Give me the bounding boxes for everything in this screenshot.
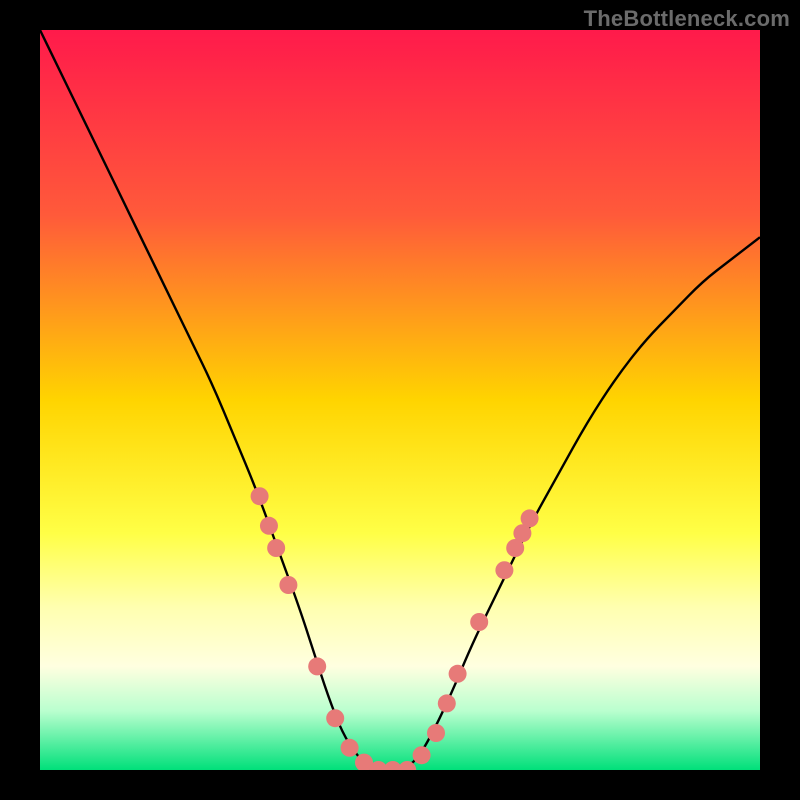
highlight-dot [341, 739, 359, 757]
highlight-dot [308, 657, 326, 675]
highlight-dot [251, 487, 269, 505]
chart-frame: TheBottleneck.com [0, 0, 800, 800]
watermark-text: TheBottleneck.com [584, 6, 790, 32]
highlight-dot [449, 665, 467, 683]
plot-area [40, 30, 760, 770]
highlight-dot [470, 613, 488, 631]
highlight-dot [260, 517, 278, 535]
highlight-dot [413, 746, 431, 764]
highlight-dot [495, 561, 513, 579]
highlight-dot [438, 694, 456, 712]
highlight-dot [427, 724, 445, 742]
highlight-dot [326, 709, 344, 727]
bottleneck-chart [40, 30, 760, 770]
highlight-dot [521, 509, 539, 527]
highlight-dot [279, 576, 297, 594]
highlight-dot [267, 539, 285, 557]
gradient-background [40, 30, 760, 770]
